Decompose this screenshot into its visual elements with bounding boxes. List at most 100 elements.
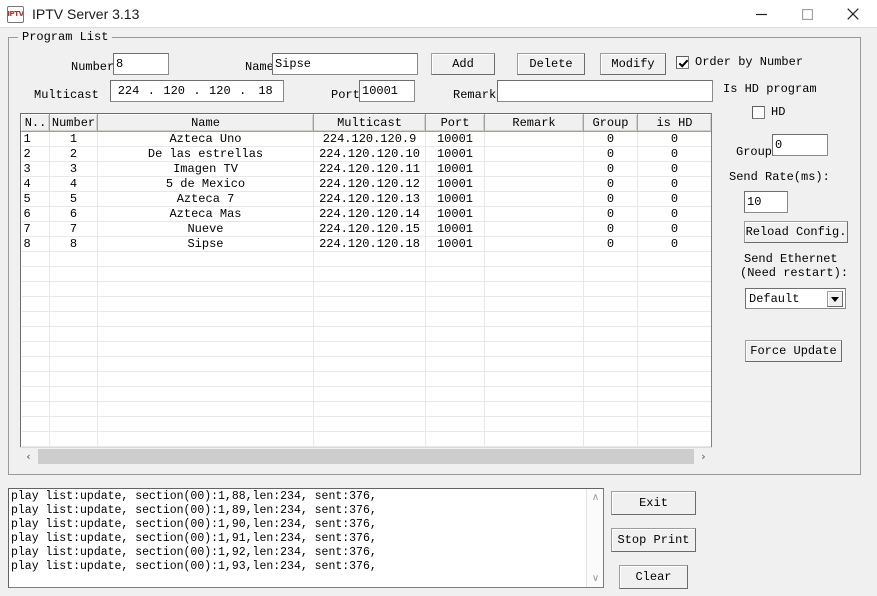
send-rate-input[interactable]: [744, 191, 788, 213]
table-column-header[interactable]: Remark: [484, 114, 584, 132]
reload-config-button[interactable]: Reload Config.: [744, 221, 848, 243]
table-cell: 10001: [425, 146, 485, 162]
table-row[interactable]: 2 2 De las estrellas 224.120.120.10 10001 0 0: [21, 146, 711, 162]
hd-checkbox[interactable]: HD: [752, 105, 785, 119]
table-row[interactable]: 5 5 Azteca 7 224.120.120.13 10001 0 0: [21, 191, 711, 207]
multicast-octet-1[interactable]: 224: [111, 84, 146, 98]
table-column-header[interactable]: Number: [49, 114, 98, 132]
table-row-empty[interactable]: [21, 401, 711, 417]
horizontal-scroll-thumb[interactable]: [38, 449, 694, 464]
chevron-down-icon[interactable]: [827, 291, 843, 307]
scroll-up-icon[interactable]: ∧: [587, 489, 603, 506]
order-by-number-box[interactable]: [676, 55, 689, 69]
scroll-left-icon[interactable]: ‹: [20, 448, 37, 465]
program-table[interactable]: N.. Number Name Multicast Port Remark Group is …: [20, 113, 712, 465]
table-cell-empty: [484, 386, 584, 402]
table-cell-empty: [637, 296, 711, 312]
table-row-empty[interactable]: [21, 266, 711, 282]
table-cell-empty: [425, 311, 485, 327]
table-cell-empty: [97, 431, 314, 447]
send-ethernet-label-line2: (Need restart):: [740, 266, 849, 280]
delete-button[interactable]: Delete: [517, 53, 585, 75]
multicast-octet-3[interactable]: 120: [202, 84, 237, 98]
table-cell: 0: [583, 191, 638, 207]
table-cell: 224.120.120.14: [313, 206, 426, 222]
table-row-empty[interactable]: [21, 281, 711, 297]
table-row-empty[interactable]: [21, 341, 711, 357]
table-row-empty[interactable]: [21, 431, 711, 447]
iptv-app-icon: IPTV: [7, 6, 24, 23]
table-cell: 10001: [425, 221, 485, 237]
table-row[interactable]: 3 3 Imagen TV 224.120.120.11 10001 0 0: [21, 161, 711, 177]
table-row-empty[interactable]: [21, 311, 711, 327]
table-row-empty[interactable]: [21, 251, 711, 267]
table-row-empty[interactable]: [21, 296, 711, 312]
table-column-header[interactable]: is HD: [637, 114, 711, 132]
table-cell-empty: [21, 296, 50, 312]
number-input[interactable]: [113, 53, 169, 75]
table-cell: 0: [583, 146, 638, 162]
table-cell: 10001: [425, 161, 485, 177]
number-label: Number: [71, 60, 115, 74]
table-cell: 0: [583, 206, 638, 222]
log-vertical-scrollbar[interactable]: ∧ ∨: [586, 489, 603, 587]
table-row-empty[interactable]: [21, 326, 711, 342]
table-cell-empty: [97, 401, 314, 417]
exit-button[interactable]: Exit: [611, 491, 696, 515]
name-label: Name: [245, 60, 274, 74]
close-button[interactable]: [830, 0, 876, 28]
table-cell: [484, 161, 584, 177]
table-cell-empty: [49, 296, 98, 312]
multicast-octet-2[interactable]: 120: [157, 84, 192, 98]
hd-checkbox-box[interactable]: [752, 105, 765, 119]
table-row-empty[interactable]: [21, 371, 711, 387]
table-cell: 2: [49, 146, 98, 162]
table-cell: Sipse: [97, 236, 314, 252]
table-cell: [484, 221, 584, 237]
table-cell-empty: [484, 401, 584, 417]
stop-print-button[interactable]: Stop Print: [611, 528, 696, 552]
table-cell-empty: [484, 431, 584, 447]
table-cell-empty: [484, 416, 584, 432]
force-update-button[interactable]: Force Update: [745, 340, 842, 362]
group-input[interactable]: [772, 134, 828, 156]
table-row[interactable]: 6 6 Azteca Mas 224.120.120.14 10001 0 0: [21, 206, 711, 222]
table-column-header[interactable]: Multicast: [313, 114, 426, 132]
table-row[interactable]: 7 7 Nueve 224.120.120.15 10001 0 0: [21, 221, 711, 237]
order-by-number-checkbox[interactable]: Order by Number: [676, 55, 803, 69]
table-row[interactable]: 8 8 Sipse 224.120.120.18 10001 0 0: [21, 236, 711, 252]
table-horizontal-scrollbar[interactable]: ‹ ›: [20, 447, 712, 465]
table-cell: 4: [49, 176, 98, 192]
table-row-empty[interactable]: [21, 356, 711, 372]
table-row-empty[interactable]: [21, 386, 711, 402]
table-cell-empty: [97, 281, 314, 297]
table-cell: 224.120.120.12: [313, 176, 426, 192]
maximize-button[interactable]: [784, 0, 830, 28]
table-row[interactable]: 445 de Mexico 224.120.120.12 10001 0 0: [21, 176, 711, 192]
window-title: IPTV Server 3.13: [32, 6, 140, 22]
program-table-grid: N.. Number Name Multicast Port Remark Group is …: [21, 114, 711, 464]
remark-input[interactable]: [497, 80, 713, 102]
table-cell-empty: [583, 311, 638, 327]
table-column-header[interactable]: Name: [97, 114, 314, 132]
log-output[interactable]: play list:update, section(00):1,88,len:2…: [8, 488, 604, 588]
multicast-octet-4[interactable]: 18: [248, 84, 283, 98]
minimize-button[interactable]: [738, 0, 784, 28]
name-input[interactable]: [272, 53, 418, 75]
table-cell: 224.120.120.18: [313, 236, 426, 252]
multicast-input-group[interactable]: 224 . 120 . 120 . 18: [110, 80, 284, 102]
table-row[interactable]: 1 1 Azteca Uno 224.120.120.9 10001 0 0: [21, 131, 711, 147]
table-column-header[interactable]: Group: [583, 114, 638, 132]
scroll-down-icon[interactable]: ∨: [587, 570, 603, 587]
add-button[interactable]: Add: [431, 53, 495, 75]
table-cell-empty: [97, 296, 314, 312]
table-cell-empty: [313, 356, 426, 372]
modify-button[interactable]: Modify: [600, 53, 666, 75]
table-row-empty[interactable]: [21, 416, 711, 432]
table-column-header[interactable]: N..: [21, 114, 50, 132]
ethernet-select[interactable]: Default: [745, 288, 846, 309]
clear-button[interactable]: Clear: [619, 565, 688, 589]
port-input[interactable]: [359, 80, 415, 102]
table-column-header[interactable]: Port: [425, 114, 485, 132]
scroll-right-icon[interactable]: ›: [695, 448, 712, 465]
